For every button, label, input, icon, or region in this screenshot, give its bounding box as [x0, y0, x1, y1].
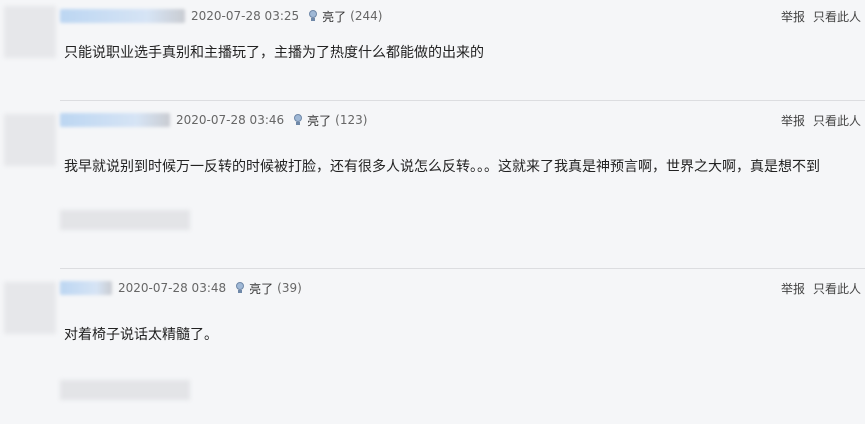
comment-meta: 2020-07-28 03:25 亮了 (244): [60, 7, 382, 25]
comment-time: 2020-07-28 03:25: [191, 9, 300, 23]
username[interactable]: [60, 281, 112, 295]
report-button[interactable]: 举报: [781, 8, 805, 25]
avatar[interactable]: [4, 282, 56, 334]
light-count: (39): [277, 281, 302, 295]
comment-time: 2020-07-28 03:46: [176, 113, 285, 127]
light-count: (123): [335, 113, 368, 127]
avatar[interactable]: [4, 6, 56, 58]
comment-meta: 2020-07-28 03:46 亮了 (123): [60, 111, 367, 129]
comment-content: 我早就说别到时候万一反转的时候被打脸，还有很多人说怎么反转。。。这就来了我真是神…: [64, 159, 820, 175]
comment-content: 对着椅子说话太精髓了。: [64, 327, 218, 343]
light-button[interactable]: 亮了: [322, 8, 346, 25]
lightbulb-icon[interactable]: [234, 282, 246, 294]
comment-meta: 2020-07-28 03:48 亮了 (39): [60, 279, 302, 297]
avatar[interactable]: [4, 114, 56, 166]
lightbulb-icon[interactable]: [292, 114, 304, 126]
username[interactable]: [60, 113, 170, 127]
only-this-user-button[interactable]: 只看此人: [813, 8, 861, 25]
only-this-user-button[interactable]: 只看此人: [813, 280, 861, 297]
comment-actions: 举报 只看此人: [781, 111, 861, 129]
reply-placeholder[interactable]: [60, 380, 190, 400]
light-button[interactable]: 亮了: [249, 280, 273, 297]
divider: [60, 268, 865, 269]
comment-actions: 举报 只看此人: [781, 279, 861, 297]
report-button[interactable]: 举报: [781, 280, 805, 297]
comment-actions: 举报 只看此人: [781, 7, 861, 25]
username[interactable]: [60, 9, 185, 23]
divider: [60, 100, 865, 101]
light-count: (244): [350, 9, 383, 23]
comment-time: 2020-07-28 03:48: [118, 281, 227, 295]
report-button[interactable]: 举报: [781, 112, 805, 129]
light-button[interactable]: 亮了: [307, 112, 331, 129]
only-this-user-button[interactable]: 只看此人: [813, 112, 861, 129]
lightbulb-icon[interactable]: [307, 10, 319, 22]
comment-content: 只能说职业选手真别和主播玩了，主播为了热度什么都能做的出来的: [64, 45, 484, 61]
reply-placeholder[interactable]: [60, 210, 190, 230]
